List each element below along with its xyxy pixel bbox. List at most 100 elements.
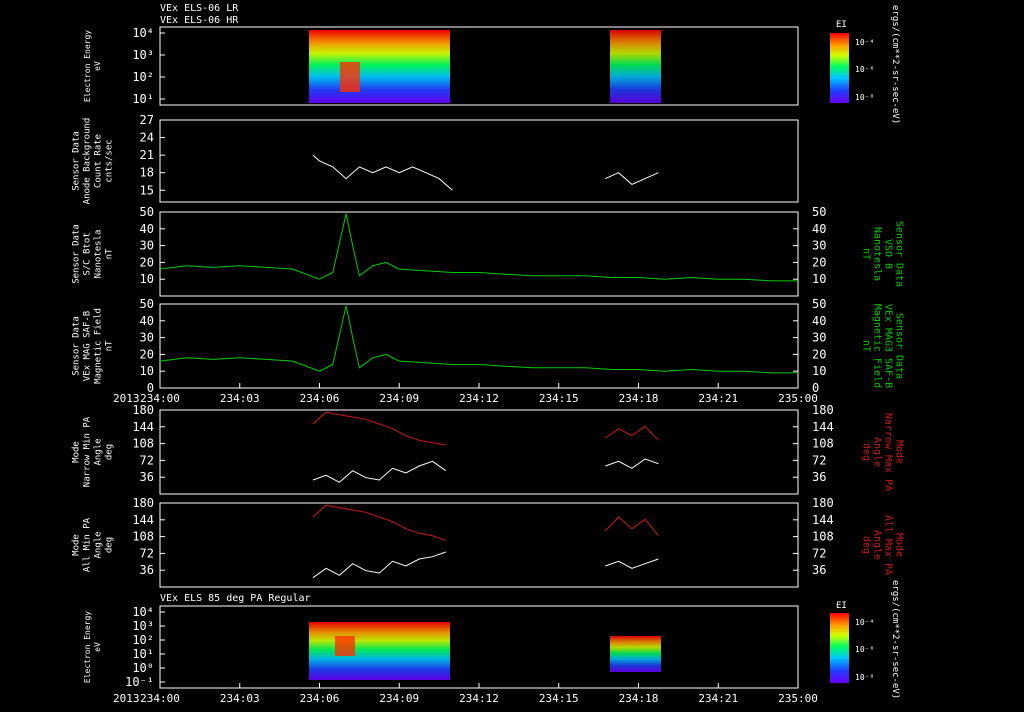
colorbar-top-bar — [830, 33, 849, 103]
time-tick-label-0-7: 234:21 — [698, 392, 738, 405]
ylabel-right-p5-line-1: All Max PA — [883, 515, 894, 575]
colorbar-bottom-units: ergs/(cm**2-sr-sec-eV) — [890, 580, 900, 699]
panel7-title: VEx ELS 85 deg PA Regular — [160, 593, 311, 604]
ytick-label-p3-2: 30 — [140, 331, 154, 345]
time-tick-label-1-4: 234:12 — [459, 692, 499, 705]
ylabel-right-p2-line-3: nT — [861, 248, 872, 260]
ylabel-right-p3-line-2: Magnetic Field — [872, 304, 883, 388]
ylabel-p5-line-2: Angle — [94, 531, 104, 558]
ylabel-p5-line-1: All Min PA — [83, 517, 93, 572]
time-tick-label-1-3: 234:09 — [379, 692, 419, 705]
time-tick-label-1-5: 234:15 — [539, 692, 579, 705]
ylabel-p4-line-3: deg — [105, 444, 115, 460]
series-line-p4-s0-seg0 — [312, 460, 447, 483]
colorbar-top-title: EI — [836, 20, 847, 30]
ytick-label-right-p4-1: 144 — [812, 420, 834, 434]
panel-6-frame — [159, 502, 799, 588]
ytick-label-right-p5-4: 36 — [812, 563, 826, 577]
ytick-label-p0-2: 10² — [132, 70, 154, 84]
ytick-label-right-p3-4: 10 — [812, 364, 826, 378]
ylabel-p3-line-2: Magnetic Field — [94, 308, 104, 384]
ylabel-p1-line-3: cnts/sec — [105, 139, 115, 182]
time-tick-label-1-1: 234:03 — [220, 692, 260, 705]
ytick-label-right-p5-0: 180 — [812, 496, 834, 510]
ytick-label-right-p4-0: 180 — [812, 403, 834, 417]
series-line-p5-s0-seg0 — [312, 551, 446, 579]
ytick-label-right-p2-4: 10 — [812, 272, 826, 286]
year-label-bottom: 2013 — [113, 692, 140, 705]
time-tick-label-1-0: 234:00 — [140, 692, 180, 705]
ytick-label-p1-3: 18 — [140, 166, 154, 180]
ylabel-p3-line-1: VEx MAG SAF-B — [83, 311, 93, 381]
ylabel-p2-line-3: nT — [105, 248, 115, 259]
ytick-label-p2-4: 10 — [140, 272, 154, 286]
colorbar-bottom-tick-2: 10⁻⁶ — [855, 645, 874, 654]
panel-1-frame — [159, 26, 799, 106]
header-line-1: VEx ELS-06 LR — [160, 3, 239, 14]
colorbar-top: EI 10⁻⁴ 10⁻⁶ 10⁻⁸ ergs/(cm**2-sr-sec-eV) — [830, 5, 900, 124]
series-line-p4-s0-seg1 — [605, 458, 659, 469]
ytick-label-p4-0: 180 — [132, 403, 154, 417]
ytick-label-p6-0: 10⁴ — [132, 605, 154, 619]
ytick-label-p5-1: 144 — [132, 513, 154, 527]
ytick-label-p5-3: 72 — [140, 546, 154, 560]
spectrogram-top-block-1 — [309, 30, 450, 103]
ylabel-p4-line-2: Angle — [94, 438, 104, 465]
ylabel-p1-line-1: Anode Background — [83, 118, 93, 205]
ytick-label-right-p5-2: 108 — [812, 530, 834, 544]
time-tick-label-0-4: 234:12 — [459, 392, 499, 405]
ytick-label-p2-1: 40 — [140, 222, 154, 236]
ylabel-right-p2-line-0: Sensor Data — [894, 221, 905, 287]
colorbar-bottom-tick-1: 10⁻⁴ — [855, 618, 874, 627]
ytick-label-p6-2: 10² — [132, 633, 154, 647]
panel-7-frame — [159, 605, 799, 689]
ylabel-right-p4-line-1: Narrow Max PA — [883, 413, 894, 491]
spectrogram-top — [309, 30, 661, 103]
ytick-label-p4-1: 144 — [132, 420, 154, 434]
colorbar-top-tick-3: 10⁻⁸ — [855, 93, 874, 102]
time-tick-label-1-8: 235:00 — [778, 692, 818, 705]
colorbar-top-units: ergs/(cm**2-sr-sec-eV) — [890, 5, 900, 124]
ytick-label-p2-0: 50 — [140, 205, 154, 219]
ylabel-p2-line-1: S/C Btot — [83, 232, 93, 275]
ytick-label-p4-2: 108 — [132, 437, 154, 451]
ytick-label-p5-2: 108 — [132, 530, 154, 544]
spectrogram-top-block-2 — [610, 30, 661, 103]
ylabel-right-p4-line-3: deg — [861, 443, 872, 461]
time-tick-label-0-6: 234:18 — [619, 392, 659, 405]
spectrogram-top-hotspot — [340, 62, 360, 92]
ylabel-p5-line-3: deg — [105, 537, 115, 553]
series-line-p3-s0-seg0 — [159, 305, 798, 374]
ytick-label-right-p5-3: 72 — [812, 546, 826, 560]
ylabel-p3-line-3: nT — [105, 340, 115, 351]
ytick-label-p6-1: 10³ — [132, 619, 154, 633]
ylabel-right-p2-line-2: Nanotesla — [872, 227, 883, 281]
ytick-label-p1-4: 15 — [140, 183, 154, 197]
ytick-label-right-p3-5: 0 — [812, 381, 819, 395]
ylabel-p4-line-0: Mode — [72, 441, 82, 463]
spectrogram-85pa-hotspot — [335, 636, 355, 656]
ytick-label-p3-0: 50 — [140, 297, 154, 311]
ylabel-p3-line-0: Sensor Data — [72, 316, 82, 376]
series-line-p2-s0-seg0 — [159, 213, 798, 282]
ylabel-right-p5-line-2: Angle — [872, 530, 883, 560]
ytick-label-p3-5: 0 — [147, 381, 154, 395]
plot-stage: VEx ELS-06 LR VEx ELS-06 HR VEx ELS 85 d… — [0, 0, 1024, 708]
ylabel-p0-line-0: Electron Energy — [83, 30, 92, 102]
time-tick-label-0-3: 234:09 — [379, 392, 419, 405]
panel-5-frame — [159, 409, 799, 495]
ytick-label-p0-3: 10¹ — [132, 92, 154, 106]
ytick-label-right-p5-1: 144 — [812, 513, 834, 527]
ytick-label-p0-1: 10³ — [132, 48, 154, 62]
ylabel-right-p3-line-3: nT — [861, 340, 872, 352]
ytick-label-right-p3-2: 30 — [812, 331, 826, 345]
series-line-p5-s1-seg0 — [312, 504, 446, 541]
ytick-label-right-p3-0: 50 — [812, 297, 826, 311]
series-line-p1-s0-seg0 — [312, 154, 453, 191]
ytick-label-p3-4: 10 — [140, 364, 154, 378]
ytick-label-right-p3-3: 20 — [812, 347, 826, 361]
ytick-label-p5-4: 36 — [140, 563, 154, 577]
colorbar-bottom-bar — [830, 613, 849, 683]
panel-2-frame — [159, 119, 799, 203]
ytick-label-p3-1: 40 — [140, 314, 154, 328]
